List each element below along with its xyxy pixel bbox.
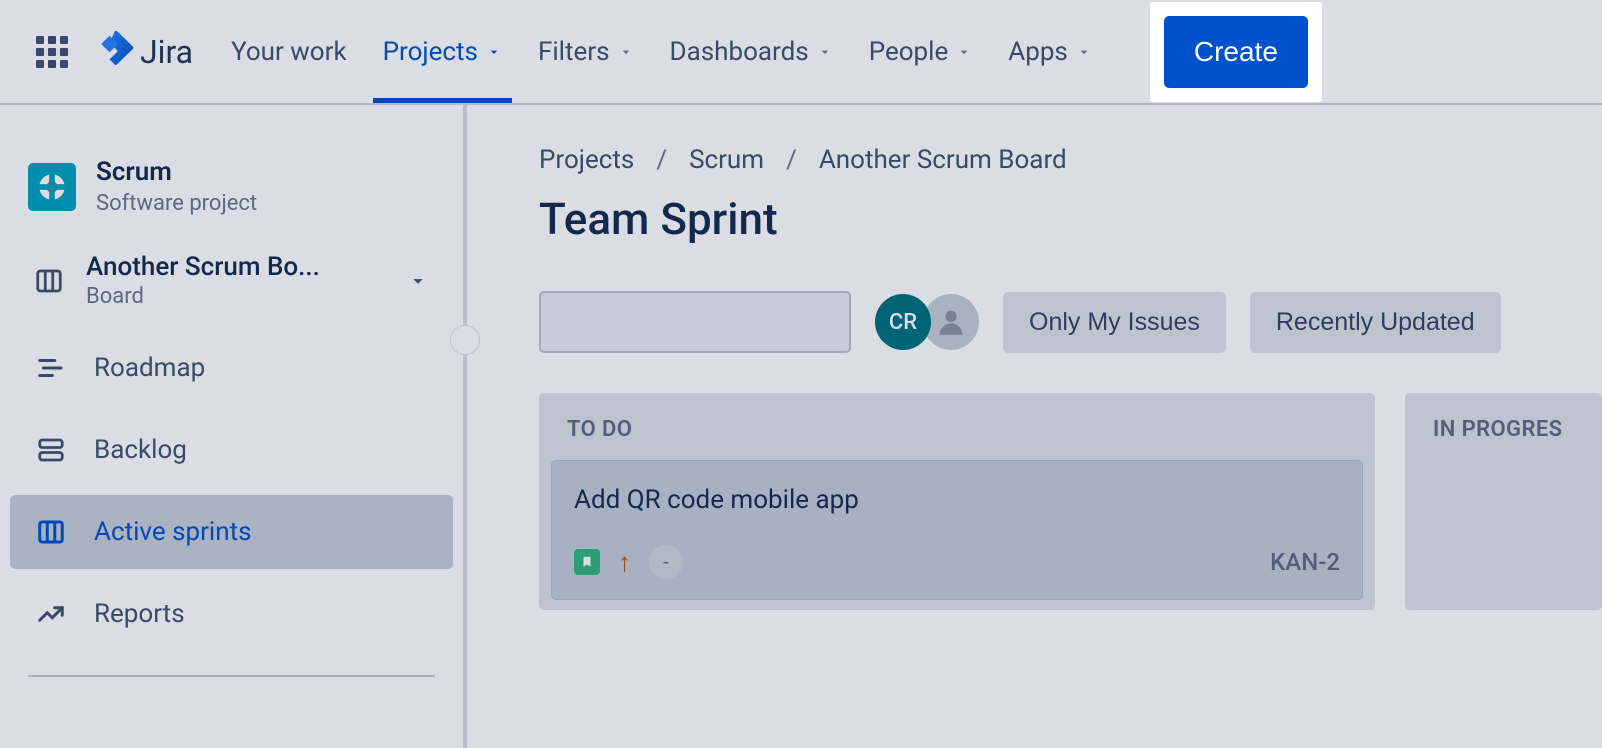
top-navigation: Jira Your work Projects Filters Dashboar… (0, 0, 1602, 105)
chevron-down-icon (618, 44, 634, 60)
chevron-down-icon (1076, 44, 1092, 60)
active-sprints-icon (36, 517, 66, 547)
roadmap-icon (36, 353, 66, 383)
jira-logo[interactable]: Jira (100, 31, 193, 73)
breadcrumb: Projects / Scrum / Another Scrum Board (539, 145, 1602, 175)
sidebar-item-reports[interactable]: Reports (10, 577, 453, 651)
project-avatar-icon (28, 163, 76, 211)
sidebar-divider (28, 675, 435, 677)
breadcrumb-separator: / (656, 145, 667, 175)
project-type: Software project (96, 191, 257, 216)
sidebar-resize-handle[interactable] (450, 325, 480, 355)
chevron-down-icon (407, 270, 429, 292)
nav-dashboards[interactable]: Dashboards (660, 3, 843, 101)
nav-filters[interactable]: Filters (528, 3, 644, 101)
project-header[interactable]: Scrum Software project (10, 135, 453, 242)
breadcrumb-separator: / (786, 145, 797, 175)
board-name: Another Scrum Bo... (86, 252, 320, 282)
breadcrumb-projects[interactable]: Projects (539, 145, 634, 175)
column-title: IN PROGRES (1415, 413, 1592, 460)
story-type-icon (574, 549, 600, 575)
breadcrumb-board[interactable]: Another Scrum Board (819, 145, 1067, 175)
sidebar-item-label: Roadmap (94, 353, 205, 383)
create-button[interactable]: Create (1164, 16, 1308, 88)
backlog-icon (36, 435, 66, 465)
person-icon (934, 305, 968, 339)
column-title: TO DO (549, 413, 1365, 460)
column-todo: TO DO Add QR code mobile app ↑ - KAN-2 (539, 393, 1375, 610)
page-title: Team Sprint (539, 193, 1602, 245)
issue-key[interactable]: KAN-2 (1270, 548, 1340, 576)
nav-people[interactable]: People (859, 3, 983, 101)
jira-mark-icon (100, 31, 134, 73)
assignee-filter-avatars: CR (875, 294, 979, 350)
board-columns: TO DO Add QR code mobile app ↑ - KAN-2 I… (539, 393, 1602, 610)
filter-recently-updated[interactable]: Recently Updated (1250, 292, 1501, 353)
breadcrumb-project[interactable]: Scrum (689, 145, 764, 175)
assignee-avatar[interactable]: - (649, 545, 683, 579)
search-input[interactable] (555, 309, 843, 335)
sidebar-item-active-sprints[interactable]: Active sprints (10, 495, 453, 569)
sidebar-item-roadmap[interactable]: Roadmap (10, 331, 453, 405)
nav-projects[interactable]: Projects (373, 3, 512, 101)
card-title: Add QR code mobile app (574, 485, 1340, 515)
avatar-unassigned[interactable] (923, 294, 979, 350)
reports-icon (36, 599, 66, 629)
priority-medium-icon: ↑ (618, 547, 631, 578)
column-in-progress: IN PROGRES (1405, 393, 1602, 610)
board-selector[interactable]: Another Scrum Bo... Board (10, 242, 453, 327)
chevron-down-icon (956, 44, 972, 60)
app-switcher-icon (36, 36, 68, 68)
app-switcher-button[interactable] (32, 32, 72, 72)
product-name: Jira (140, 33, 193, 71)
board-type-label: Board (86, 284, 320, 309)
sidebar-item-label: Active sprints (94, 517, 252, 547)
avatar-cr[interactable]: CR (875, 294, 931, 350)
chevron-down-icon (817, 44, 833, 60)
chevron-down-icon (486, 44, 502, 60)
project-name: Scrum (96, 157, 257, 187)
board-toolbar: CR Only My Issues Recently Updated (539, 291, 1602, 353)
board-search[interactable] (539, 291, 851, 353)
sidebar-item-label: Reports (94, 599, 185, 629)
project-sidebar: Scrum Software project Another Scrum Bo.… (0, 105, 467, 748)
board-main: Projects / Scrum / Another Scrum Board T… (467, 105, 1602, 748)
nav-your-work[interactable]: Your work (221, 3, 357, 101)
sidebar-item-backlog[interactable]: Backlog (10, 413, 453, 487)
filter-only-my-issues[interactable]: Only My Issues (1003, 292, 1226, 353)
board-icon (34, 266, 64, 296)
nav-apps[interactable]: Apps (998, 3, 1102, 101)
issue-card[interactable]: Add QR code mobile app ↑ - KAN-2 (551, 460, 1363, 600)
sidebar-item-label: Backlog (94, 435, 187, 465)
